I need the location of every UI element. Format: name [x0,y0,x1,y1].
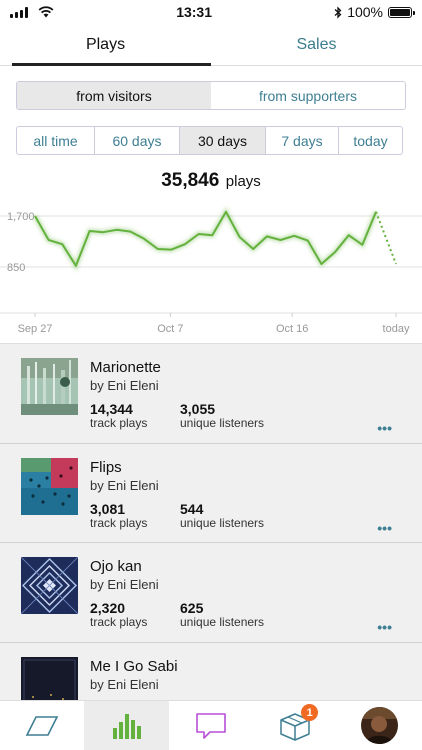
range-60-days[interactable]: 60 days [95,127,180,154]
nav-orders[interactable]: 1 [253,701,337,750]
y-tick-label: 1,700 [7,211,35,223]
battery-percent: 100% [347,4,383,20]
total-plays-unit: plays [225,173,261,190]
orders-badge: 1 [301,704,319,721]
track-title: Marionette [90,359,161,376]
track-artist: by Eni Eleni [90,577,159,592]
y-tick-label: 850 [7,262,25,274]
track-plays-value: 2,320 [90,600,126,616]
track-listeners-stat: 3,055 unique listeners [180,401,264,430]
track-artwork [21,557,78,614]
range-30-days[interactable]: 30 days [180,127,266,154]
track-artist: by Eni Eleni [90,676,159,692]
x-tick-label: Sep 27 [18,323,53,335]
source-filter: from visitors from supporters [16,81,406,110]
total-plays: 35,846 plays [0,170,422,192]
range-all-time[interactable]: all time [17,127,95,154]
status-bar: 13:31 100% [0,0,422,24]
track-listeners-stat: 625 unique listeners [180,600,264,629]
wifi-icon [38,6,54,18]
track-artwork [21,656,78,700]
track-artwork [21,358,78,415]
track-item[interactable]: Marionette by Eni Eleni 14,344 track pla… [0,344,422,444]
range-7-days[interactable]: 7 days [266,127,339,154]
track-plays-label: track plays [90,615,148,629]
track-listeners-label: unique listeners [180,416,265,430]
filter-from-supporters[interactable]: from supporters [211,82,405,109]
track-listeners-stat: 544 unique listeners [180,501,264,530]
track-list: Marionette by Eni Eleni 14,344 track pla… [0,343,422,700]
plays-chart: 1,700 850 Sep 27 Oct 7 Oct 16 today [0,196,422,342]
track-plays-stat: 14,344 track plays [90,401,147,430]
track-title: Ojo kan [90,558,142,575]
feed-icon [25,715,59,736]
track-item[interactable]: Me I Go Sabi by Eni Eleni [0,643,422,700]
range-filter: all time 60 days 30 days 7 days today [16,126,403,155]
range-today[interactable]: today [339,127,402,154]
track-plays-stat: 2,320 track plays [90,600,147,629]
status-right: 100% [334,4,415,20]
nav-messages[interactable] [169,701,253,750]
track-plays-value: 3,081 [90,500,126,517]
filter-from-visitors[interactable]: from visitors [17,82,211,109]
more-options-icon[interactable]: ••• [377,619,392,635]
status-time: 13:31 [176,4,212,20]
track-listeners-value: 625 [180,600,204,616]
track-plays-value: 14,344 [90,401,133,417]
tab-plays[interactable]: Plays [0,24,211,66]
track-title: Me I Go Sabi [90,657,178,675]
nav-stats[interactable] [84,701,169,750]
cellular-signal-icon [10,6,28,18]
nav-profile[interactable] [338,701,422,750]
track-artist: by Eni Eleni [90,378,159,393]
nav-feed[interactable] [0,701,84,750]
track-listeners-label: unique listeners [180,515,265,530]
track-plays-stat: 3,081 track plays [90,501,147,530]
bottom-nav: 1 [0,700,422,750]
track-listeners-value: 3,055 [180,401,216,417]
track-item[interactable]: Ojo kan by Eni Eleni 2,320 track plays 6… [0,543,422,643]
tab-sales[interactable]: Sales [211,24,422,65]
x-tick-label: today [383,323,410,335]
status-left [10,6,54,18]
battery-icon [388,6,415,18]
top-tabs: Plays Sales [0,24,422,66]
track-plays-label: track plays [90,515,148,530]
track-artist: by Eni Eleni [90,477,159,493]
plays-line-chart: 1,700 850 Sep 27 Oct 7 Oct 16 today [0,206,422,335]
x-tick-label: Oct 16 [276,323,308,335]
bluetooth-icon [334,5,342,19]
track-listeners-value: 544 [180,500,204,517]
series-line-today-segment [375,211,397,265]
x-tick-label: Oct 7 [157,323,183,335]
total-plays-value: 35,846 [161,170,220,191]
more-options-icon[interactable]: ••• [377,420,392,436]
more-options-icon[interactable]: ••• [377,520,392,536]
track-listeners-label: unique listeners [180,615,265,629]
track-plays-label: track plays [90,416,148,430]
messages-icon [196,712,226,739]
track-title: Flips [90,458,122,476]
stats-icon [112,713,141,739]
track-artwork [21,457,78,515]
profile-avatar [361,707,399,744]
track-item[interactable]: Flips by Eni Eleni 3,081 track plays 544… [0,444,422,543]
